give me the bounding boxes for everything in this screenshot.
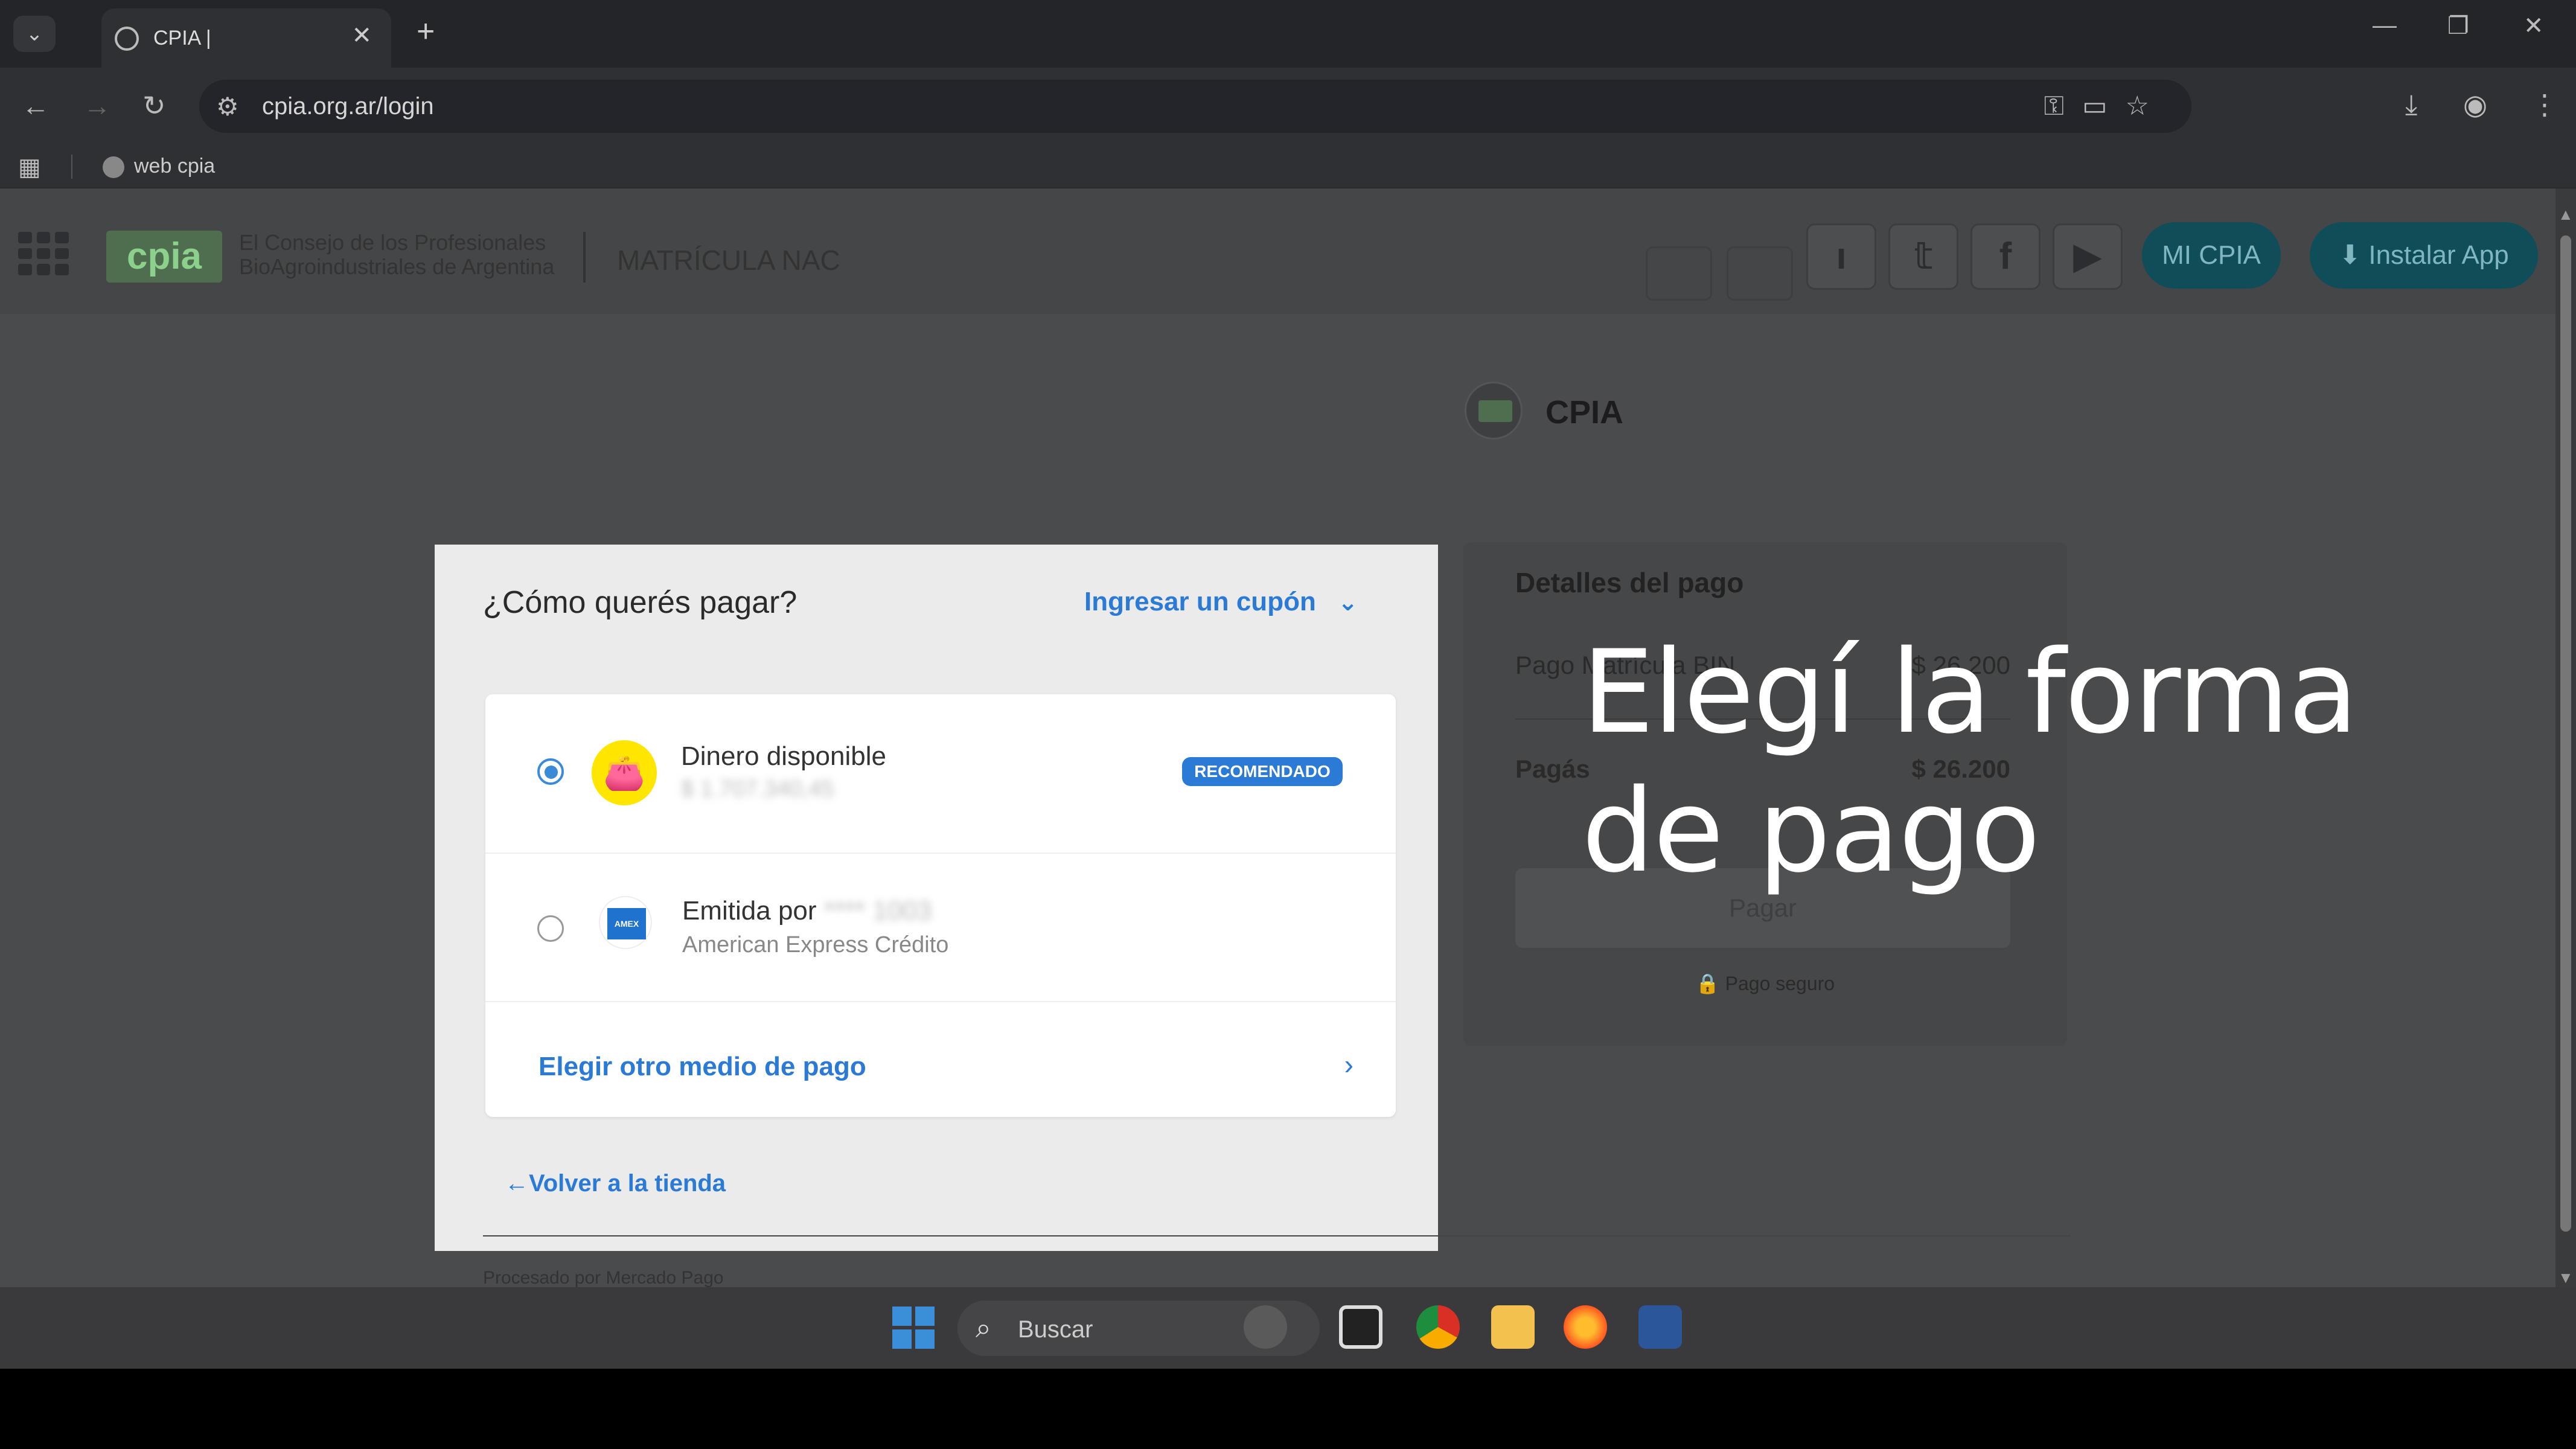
taskbar-search-label: Buscar xyxy=(1018,1316,1093,1343)
file-explorer-icon[interactable] xyxy=(1491,1305,1535,1349)
payment-option-wallet[interactable]: 👛 Dinero disponible $ 1.707.340,45 RECOM… xyxy=(485,694,1396,854)
site-header: cpia El Consejo de los Profesionales Bio… xyxy=(0,188,2555,314)
total-label: Pagás xyxy=(1515,755,1590,783)
card-type: American Express Crédito xyxy=(682,932,949,958)
caption-line-1: Elegí la forma xyxy=(1582,625,2359,759)
coupon-toggle[interactable]: Ingresar un cupón ⌄ xyxy=(1084,587,1358,617)
tab-search-button[interactable]: ⌄ xyxy=(13,16,56,52)
extension-icon[interactable]: ◉ xyxy=(2463,88,2487,121)
twitter-icon[interactable]: 𝕥 xyxy=(1888,223,1958,290)
menu-icon[interactable]: ⋮ xyxy=(2531,88,2558,121)
coupon-label: Ingresar un cupón xyxy=(1084,587,1316,616)
taskbar: ⌕ Buscar xyxy=(0,1287,2576,1369)
close-window-icon[interactable]: ✕ xyxy=(2523,12,2544,40)
other-payment-method[interactable]: Elegir otro medio de pago › xyxy=(485,1002,1396,1117)
firefox-icon[interactable] xyxy=(1564,1305,1607,1349)
screen: ⌄ CPIA | ✕ + — ❐ ✕ ← → ↻ ⚙ cpia.org.ar/l… xyxy=(0,0,2576,1369)
address-bar-actions: ⚿▭☆ xyxy=(2044,91,2167,121)
option-label: Dinero disponible xyxy=(681,741,886,771)
option-label: Emitida por **** 1003 xyxy=(682,896,932,926)
reload-icon[interactable]: ↻ xyxy=(142,89,166,122)
other-payment-label: Elegir otro medio de pago xyxy=(539,1052,866,1081)
search-icon: ⌕ xyxy=(976,1312,991,1343)
globe-icon xyxy=(115,27,139,51)
facebook-icon[interactable]: f xyxy=(1970,223,2041,290)
windows-start-icon[interactable] xyxy=(892,1307,935,1349)
globe-icon xyxy=(103,156,124,179)
wallet-icon: 👛 xyxy=(592,740,657,805)
install-app-button[interactable]: ⬇ Instalar App xyxy=(2310,222,2538,289)
masked-card-number: **** 1003 xyxy=(823,896,932,926)
cpia-logo[interactable]: cpia xyxy=(106,231,222,283)
section-title: MATRÍCULA NAC xyxy=(617,245,840,276)
amex-card-icon: AMEX xyxy=(599,896,652,949)
scroll-up-icon[interactable]: ▲ xyxy=(2558,205,2574,224)
footer-divider xyxy=(483,1235,2071,1236)
bookmark-label: web cpia xyxy=(134,155,216,178)
recommended-badge: RECOMENDADO xyxy=(1182,757,1343,786)
star-icon[interactable]: ☆ xyxy=(2126,91,2167,121)
back-icon[interactable]: ← xyxy=(22,89,50,122)
chrome-icon[interactable] xyxy=(1416,1305,1460,1349)
org-name: El Consejo de los Profesionales BioAgroi… xyxy=(239,231,577,279)
browser-tab-bar: ⌄ CPIA | ✕ + — ❐ ✕ xyxy=(0,0,2576,68)
address-bar[interactable]: ⚙ cpia.org.ar/login ⚿▭☆ xyxy=(199,80,2191,133)
back-to-store-link[interactable]: ←Volver a la tienda xyxy=(505,1170,726,1197)
word-icon[interactable] xyxy=(1638,1305,1682,1349)
scrollbar-thumb[interactable] xyxy=(2560,235,2571,1232)
caption-line-2: de pago xyxy=(1582,764,2041,898)
chevron-down-icon: ⌄ xyxy=(1337,589,1358,616)
page: cpia El Consejo de los Profesionales Bio… xyxy=(0,188,2555,1288)
balance-amount: $ 1.707.340,45 xyxy=(681,776,834,802)
radio-selected[interactable] xyxy=(537,758,564,785)
browser-tab[interactable]: CPIA | ✕ xyxy=(101,8,391,68)
youtube-icon[interactable]: ▶ xyxy=(2053,223,2123,290)
issuer-label: Emitida por xyxy=(682,896,817,926)
social-button-placeholder[interactable] xyxy=(1727,246,1793,301)
social-button-placeholder[interactable] xyxy=(1646,246,1712,301)
divider xyxy=(71,155,72,179)
chevron-right-icon: › xyxy=(1344,1049,1354,1080)
restore-icon[interactable]: ❐ xyxy=(2447,12,2469,40)
minimize-icon[interactable]: — xyxy=(2373,12,2397,39)
task-view-icon[interactable] xyxy=(1339,1305,1382,1349)
payment-option-amex[interactable]: AMEX Emitida por **** 1003 American Expr… xyxy=(485,854,1396,1002)
footer-text: Procesado por Mercado Pago xyxy=(483,1268,724,1288)
overlay-caption: Elegí la forma de pago xyxy=(1582,623,2359,901)
modal-title: ¿Cómo querés pagar? xyxy=(483,585,797,620)
payment-modal: ¿Cómo querés pagar? Ingresar un cupón ⌄ 👛… xyxy=(435,545,1438,1251)
secure-payment-note: 🔒 Pago seguro xyxy=(1695,973,1835,994)
mi-cpia-button[interactable]: MI CPIA xyxy=(2142,222,2281,289)
page-scrollbar[interactable]: ▲ ▼ xyxy=(2555,205,2576,1287)
cast-icon[interactable]: ▭ xyxy=(2082,91,2126,121)
forward-icon[interactable]: → xyxy=(83,89,111,122)
radio-unselected[interactable] xyxy=(537,915,564,942)
header-divider xyxy=(583,232,586,283)
merchant-name: CPIA xyxy=(1545,394,1624,430)
org-line-1: El Consejo de los Profesionales xyxy=(239,230,546,255)
instagram-icon[interactable]: ı xyxy=(1806,223,1876,290)
scroll-down-icon[interactable]: ▼ xyxy=(2558,1268,2574,1287)
chevron-down-icon: ⌄ xyxy=(25,22,43,45)
payment-options-card: 👛 Dinero disponible $ 1.707.340,45 RECOM… xyxy=(485,694,1396,1117)
org-line-2: BioAgroindustriales de Argentina xyxy=(239,254,555,279)
grid-menu-icon[interactable] xyxy=(18,232,69,275)
download-icon[interactable]: ⤓ xyxy=(2405,88,2417,122)
bookmark-web-cpia[interactable]: web cpia xyxy=(103,155,216,179)
key-icon[interactable]: ⚿ xyxy=(2044,91,2082,121)
browser-toolbar: ← → ↻ ⚙ cpia.org.ar/login ⚿▭☆ ⤓ ◉ ⋮ xyxy=(0,68,2576,145)
site-settings-icon[interactable]: ⚙ xyxy=(216,92,239,121)
bookmarks-bar: ▦ web cpia xyxy=(0,145,2576,188)
new-tab-button[interactable]: + xyxy=(417,13,435,50)
widget-icon[interactable] xyxy=(1244,1305,1287,1349)
tab-title: CPIA | xyxy=(153,27,211,50)
apps-icon[interactable]: ▦ xyxy=(18,153,41,181)
url-text[interactable]: cpia.org.ar/login xyxy=(262,93,434,120)
merchant-logo xyxy=(1465,382,1523,440)
summary-heading: Detalles del pago xyxy=(1515,567,1744,598)
tab-close-icon[interactable]: ✕ xyxy=(351,22,372,50)
